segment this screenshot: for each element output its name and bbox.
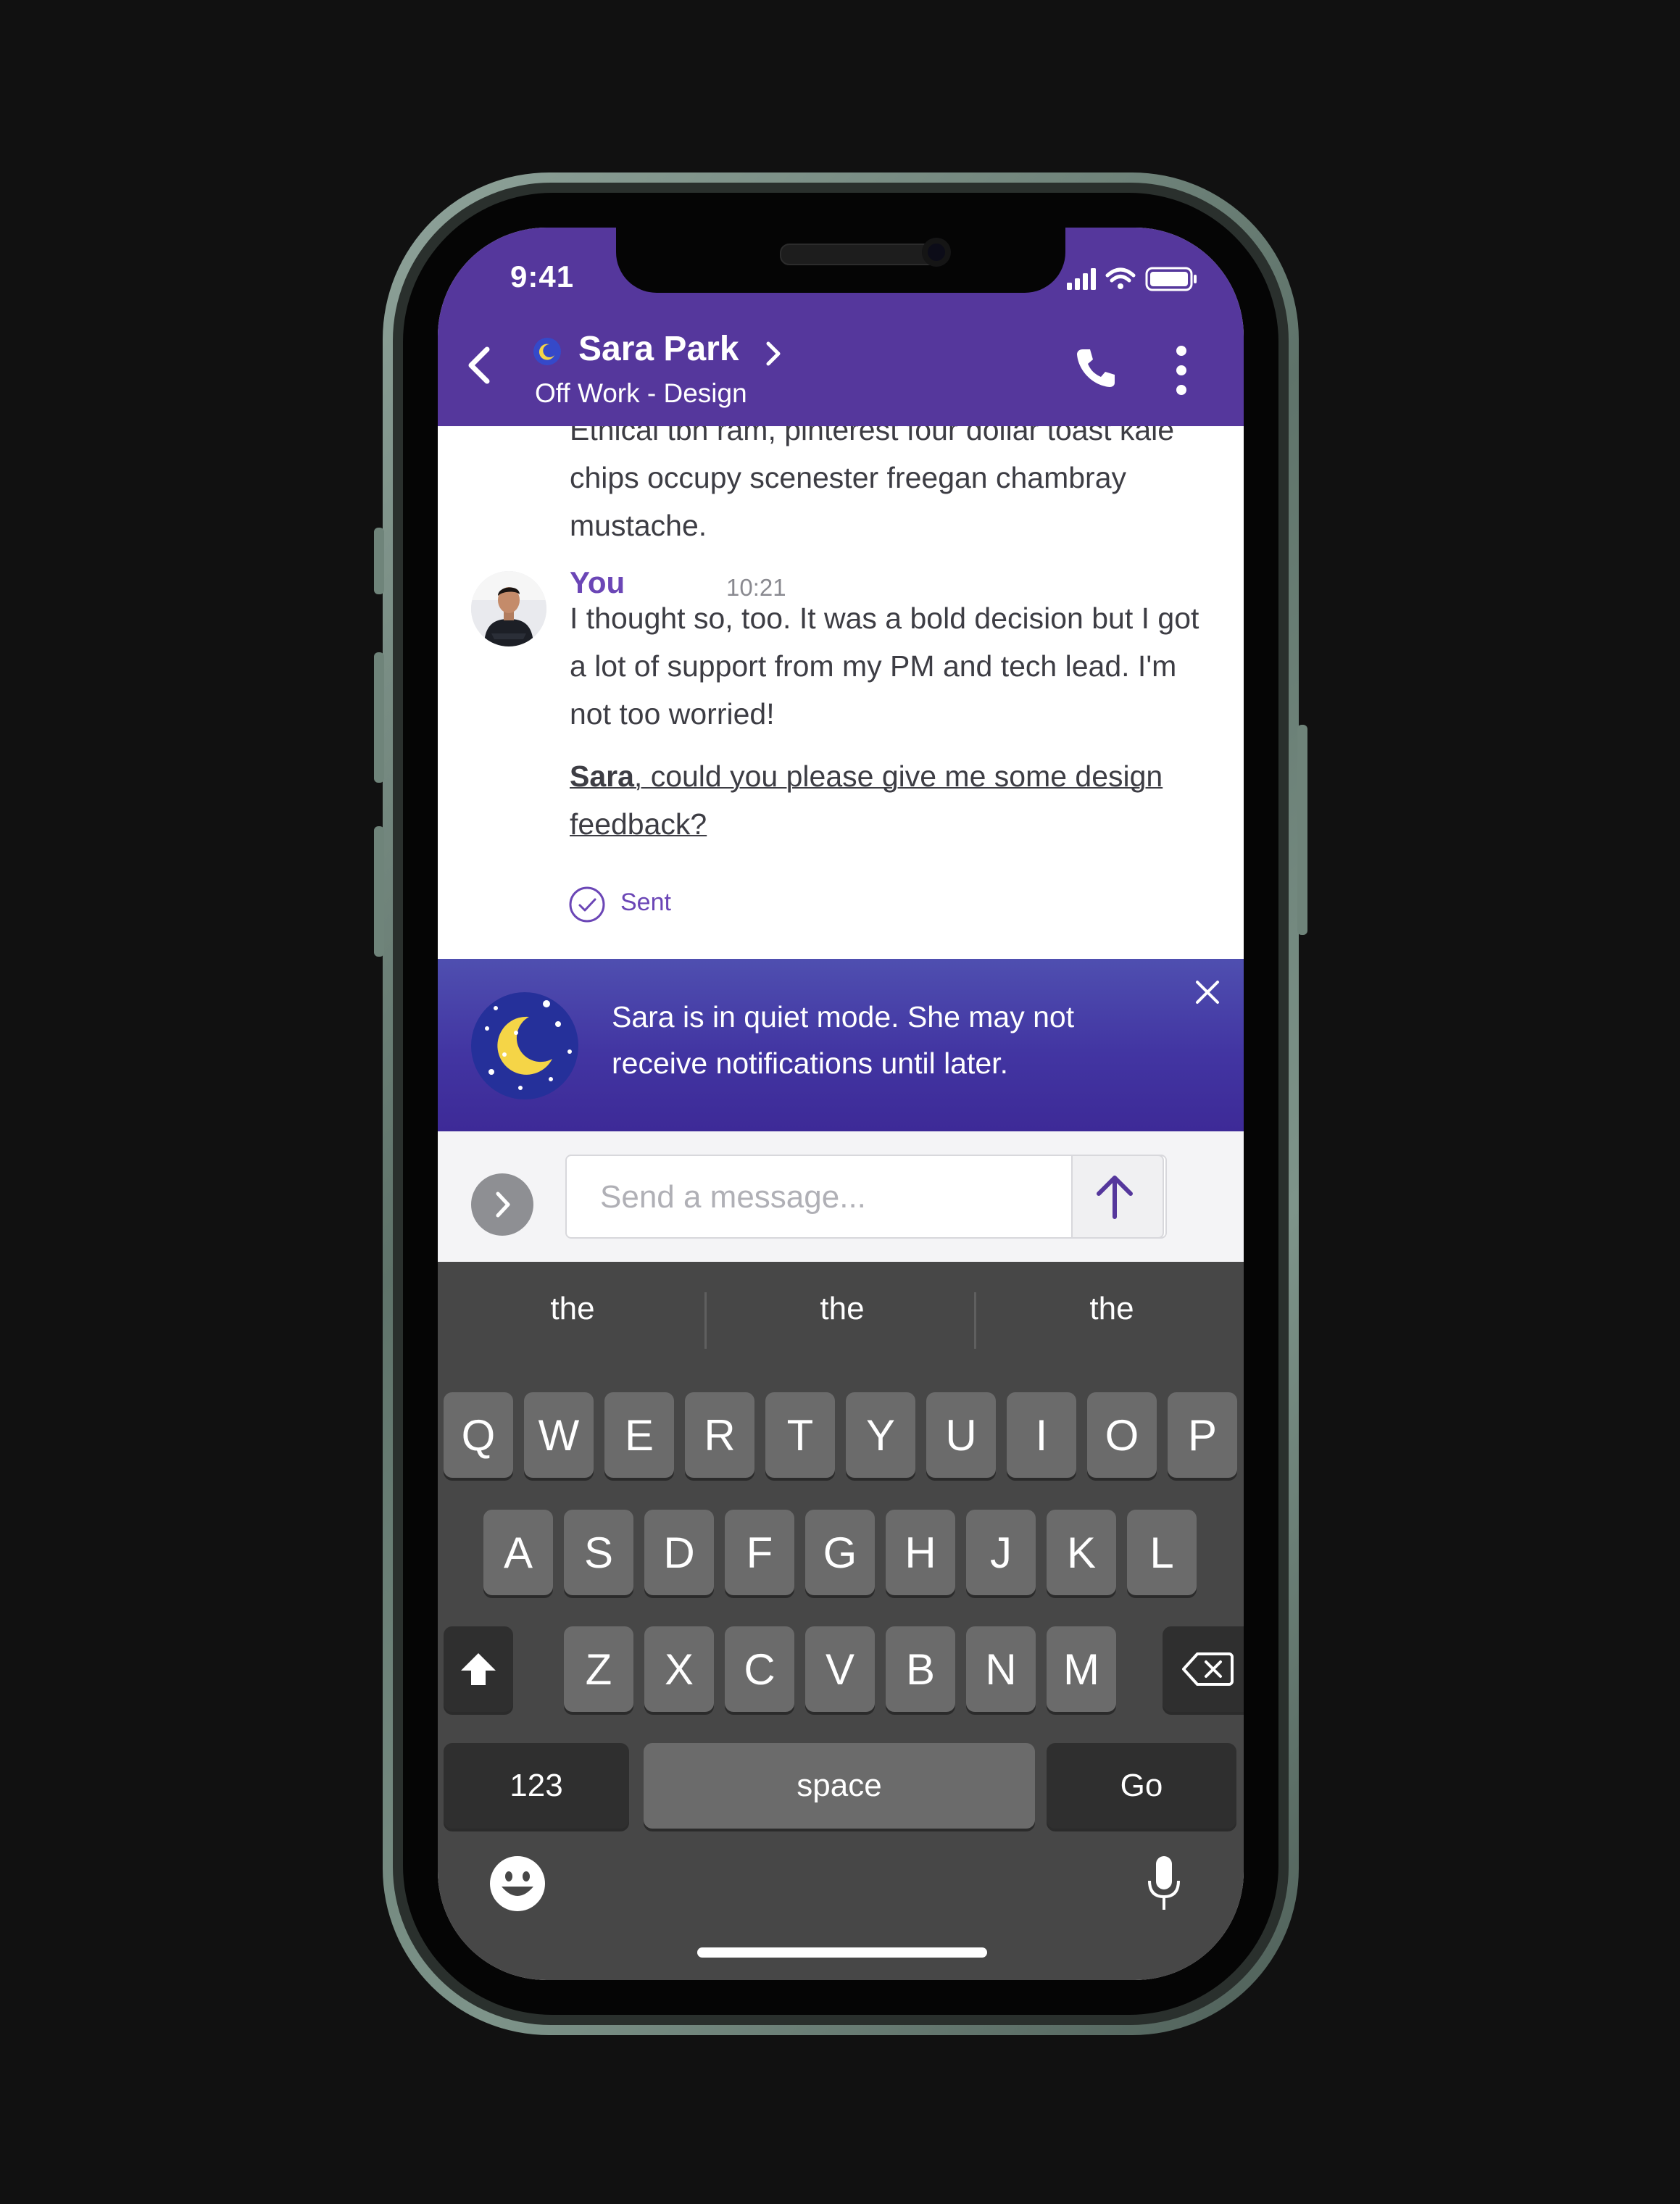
shift-key[interactable] bbox=[444, 1626, 513, 1712]
home-indicator[interactable] bbox=[697, 1947, 987, 1958]
message-body: I thought so, too. It was a bold decisio… bbox=[570, 602, 1199, 731]
contact-name[interactable]: Sara Park bbox=[578, 329, 739, 369]
key-c[interactable]: C bbox=[725, 1626, 794, 1712]
backspace-icon bbox=[1182, 1652, 1234, 1686]
avatar[interactable] bbox=[471, 571, 546, 646]
key-d[interactable]: D bbox=[644, 1510, 714, 1595]
microphone-icon[interactable] bbox=[1145, 1855, 1183, 1914]
key-s[interactable]: S bbox=[564, 1510, 633, 1595]
quiet-mode-text: Sara is in quiet mode. She may not recei… bbox=[612, 1000, 1075, 1080]
mention-message[interactable]: Sara, could you please give me some desi… bbox=[570, 752, 1207, 848]
previous-message: Ethical tbh ram, pinterest four dollar t… bbox=[570, 426, 1175, 542]
keyboard: the the the 123 space Go Q W E R T Y U I… bbox=[438, 1262, 1244, 1980]
close-icon[interactable] bbox=[1192, 976, 1223, 1008]
moon-icon bbox=[471, 992, 578, 1099]
key-h[interactable]: H bbox=[886, 1510, 955, 1595]
suggestion-divider bbox=[704, 1292, 707, 1349]
message-list: Ethical tbh ram, pinterest four dollar t… bbox=[438, 426, 1244, 959]
emoji-icon[interactable] bbox=[488, 1855, 546, 1913]
suggestion-3[interactable]: the bbox=[1003, 1291, 1221, 1327]
key-t[interactable]: T bbox=[765, 1392, 835, 1478]
battery-icon bbox=[1145, 267, 1197, 291]
send-button[interactable] bbox=[1071, 1155, 1164, 1239]
key-y[interactable]: Y bbox=[846, 1392, 915, 1478]
chevron-right-icon[interactable] bbox=[760, 336, 789, 371]
quiet-mode-banner: Sara is in quiet mode. She may not recei… bbox=[438, 959, 1244, 1131]
arrow-up-icon bbox=[1097, 1176, 1133, 1219]
key-k[interactable]: K bbox=[1047, 1510, 1116, 1595]
key-z[interactable]: Z bbox=[564, 1626, 633, 1712]
key-q[interactable]: Q bbox=[444, 1392, 513, 1478]
suggestion-divider bbox=[974, 1292, 976, 1349]
message-composer: Send a message... bbox=[438, 1131, 1244, 1262]
earpiece-speaker bbox=[780, 244, 938, 265]
suggestion-1[interactable]: the bbox=[464, 1291, 681, 1327]
key-b[interactable]: B bbox=[886, 1626, 955, 1712]
more-vertical-icon[interactable] bbox=[1173, 344, 1190, 397]
delivery-status: Sent bbox=[620, 889, 671, 916]
contact-status: Off Work - Design bbox=[535, 378, 747, 408]
wifi-icon bbox=[1105, 267, 1136, 289]
key-m[interactable]: M bbox=[1047, 1626, 1116, 1712]
power-button bbox=[1297, 725, 1307, 935]
key-o[interactable]: O bbox=[1087, 1392, 1157, 1478]
volume-down-button bbox=[374, 826, 384, 957]
key-n[interactable]: N bbox=[966, 1626, 1036, 1712]
mention-name[interactable]: Sara bbox=[570, 760, 634, 793]
key-e[interactable]: E bbox=[604, 1392, 674, 1478]
expand-actions-button[interactable] bbox=[471, 1173, 533, 1236]
status-time: 9:41 bbox=[510, 259, 575, 294]
shift-icon bbox=[461, 1653, 496, 1685]
check-circle-icon bbox=[569, 886, 605, 923]
key-i[interactable]: I bbox=[1007, 1392, 1076, 1478]
silent-switch bbox=[374, 528, 384, 594]
front-camera bbox=[922, 238, 951, 267]
key-r[interactable]: R bbox=[685, 1392, 754, 1478]
message-placeholder: Send a message... bbox=[600, 1179, 866, 1215]
key-v[interactable]: V bbox=[805, 1626, 875, 1712]
suggestion-2[interactable]: the bbox=[733, 1291, 951, 1327]
space-key[interactable]: space bbox=[644, 1743, 1035, 1829]
key-a[interactable]: A bbox=[483, 1510, 553, 1595]
backspace-key[interactable] bbox=[1163, 1626, 1244, 1712]
key-l[interactable]: L bbox=[1127, 1510, 1197, 1595]
signal-icon bbox=[1067, 268, 1096, 290]
volume-up-button bbox=[374, 652, 384, 783]
key-x[interactable]: X bbox=[644, 1626, 714, 1712]
mention-text: , could you please give me some design f… bbox=[570, 760, 1163, 841]
phone-screen: 9:41 Sara Park Off Work - Design Ethical… bbox=[438, 228, 1244, 1980]
key-j[interactable]: J bbox=[966, 1510, 1036, 1595]
phone-icon[interactable] bbox=[1073, 345, 1119, 391]
go-key[interactable]: Go bbox=[1047, 1743, 1236, 1829]
key-g[interactable]: G bbox=[805, 1510, 875, 1595]
moon-icon bbox=[533, 338, 561, 365]
key-p[interactable]: P bbox=[1168, 1392, 1237, 1478]
key-f[interactable]: F bbox=[725, 1510, 794, 1595]
status-icons bbox=[1067, 267, 1197, 291]
key-u[interactable]: U bbox=[926, 1392, 996, 1478]
key-w[interactable]: W bbox=[524, 1392, 594, 1478]
chevron-right-icon bbox=[496, 1192, 510, 1218]
numbers-key[interactable]: 123 bbox=[444, 1743, 629, 1829]
back-arrow-icon[interactable] bbox=[454, 336, 503, 394]
